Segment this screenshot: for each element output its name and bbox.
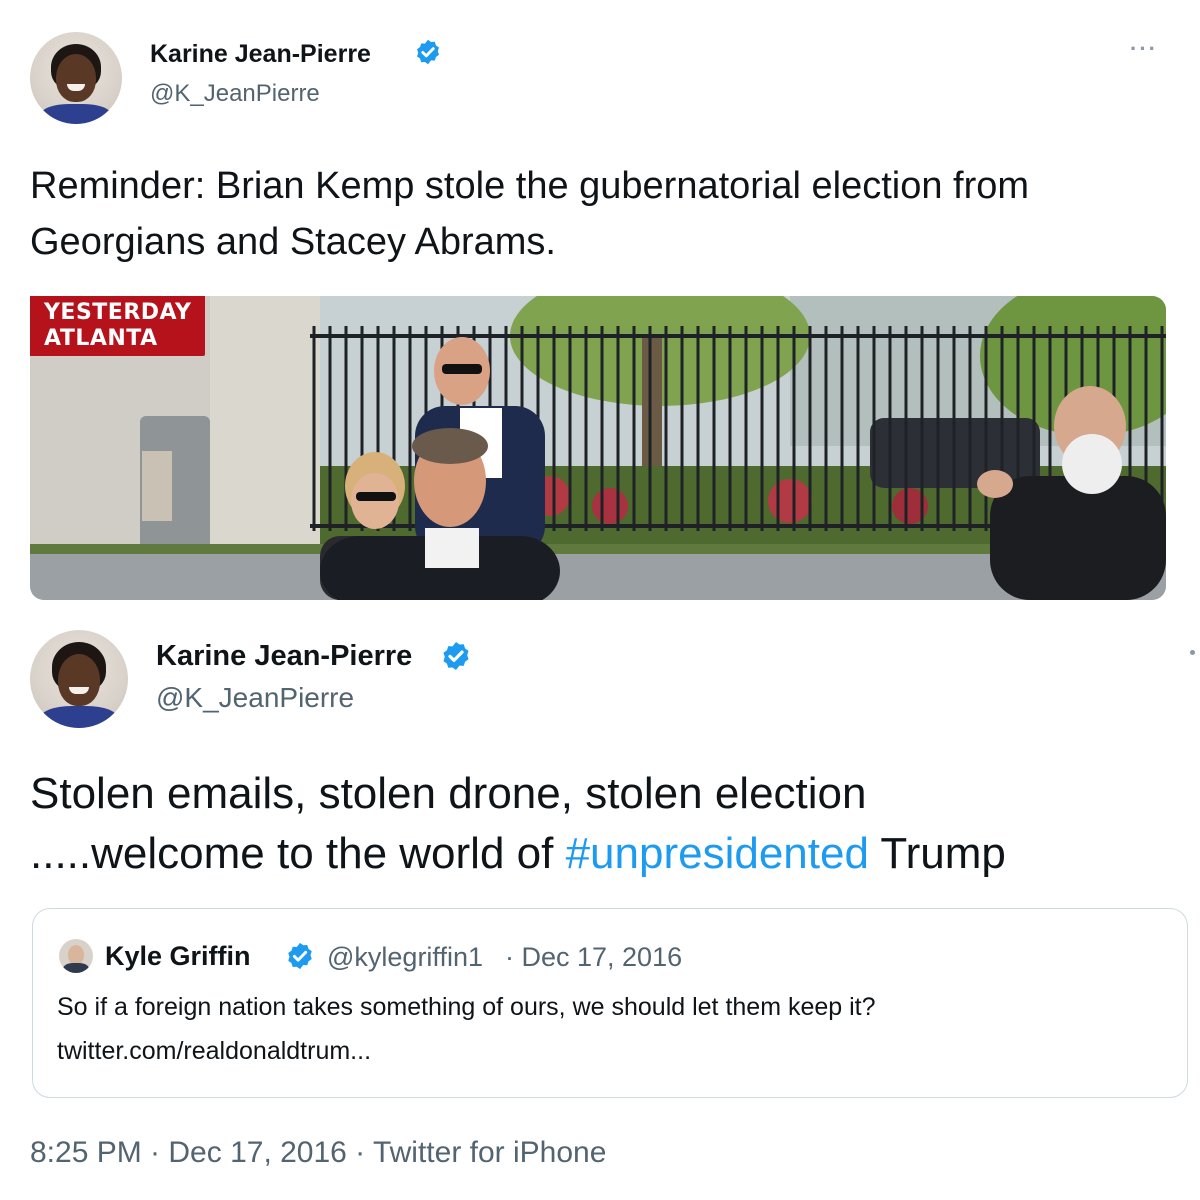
- quoted-author-handle[interactable]: @kylegriffin1: [327, 942, 483, 973]
- quoted-author-name[interactable]: Kyle Griffin: [105, 941, 251, 972]
- author-name[interactable]: Karine Jean-Pierre: [156, 640, 412, 673]
- more-dot-icon[interactable]: [1190, 650, 1195, 655]
- more-horizontal-icon[interactable]: ···: [1130, 36, 1158, 62]
- location-badge: YESTERDAY ATLANTA: [30, 296, 206, 356]
- author-avatar[interactable]: [30, 32, 122, 124]
- badge-line-1: YESTERDAY: [44, 300, 192, 325]
- quoted-tweet-date[interactable]: · Dec 17, 2016: [505, 942, 682, 973]
- quoted-author-avatar[interactable]: [59, 939, 93, 973]
- tweet-timestamp-source[interactable]: 8:25 PM · Dec 17, 2016 · Twitter for iPh…: [30, 1136, 606, 1170]
- tweet-text-prefix: .....welcome to the world of: [30, 829, 566, 878]
- author-avatar[interactable]: [30, 630, 128, 728]
- tweet-text: Reminder: Brian Kemp stole the gubernato…: [30, 165, 1030, 263]
- author-name[interactable]: Karine Jean-Pierre: [150, 40, 371, 69]
- author-handle[interactable]: @K_JeanPierre: [156, 682, 354, 714]
- tweet-text-line-1: Stolen emails, stolen drone, stolen elec…: [30, 769, 867, 818]
- tweet-text-suffix: Trump: [868, 829, 1006, 878]
- badge-line-2: ATLANTA: [44, 326, 158, 351]
- quoted-tweet-link[interactable]: twitter.com/realdonaldtrum...: [57, 1037, 371, 1066]
- quoted-tweet-text: So if a foreign nation takes something o…: [57, 993, 876, 1021]
- verified-badge-icon: [443, 642, 469, 670]
- hashtag-link[interactable]: #unpresidented: [566, 829, 869, 878]
- tweet-text-line-2: .....welcome to the world of #unpresiden…: [30, 824, 1190, 884]
- tweet-card-1: Karine Jean-Pierre @K_JeanPierre ··· Rem…: [0, 0, 1200, 615]
- verified-badge-icon: [417, 39, 439, 65]
- quoted-tweet[interactable]: Kyle Griffin @kylegriffin1 · Dec 17, 201…: [32, 908, 1188, 1098]
- author-handle[interactable]: @K_JeanPierre: [150, 80, 320, 108]
- verified-badge-icon: [288, 942, 312, 970]
- tweet-text: Stolen emails, stolen drone, stolen elec…: [30, 764, 1190, 884]
